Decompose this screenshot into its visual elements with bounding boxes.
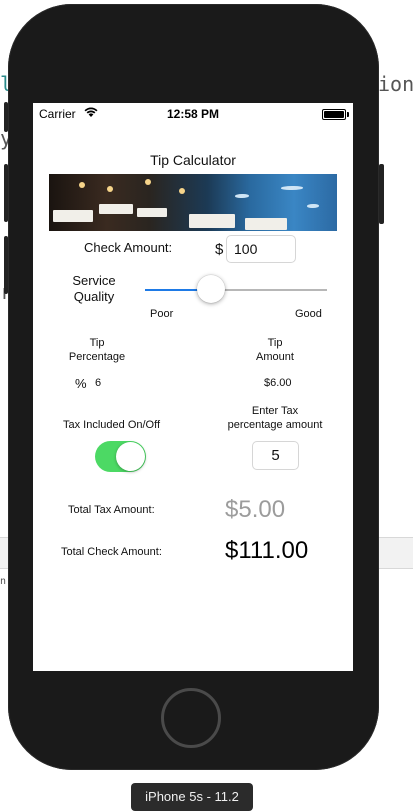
- background-code-fragment: n: [0, 576, 7, 587]
- slider-max-label: Good: [295, 308, 322, 320]
- tax-percentage-input[interactable]: 5: [252, 441, 299, 470]
- check-amount-label: Check Amount:: [84, 240, 173, 255]
- tax-included-toggle[interactable]: [95, 441, 146, 472]
- battery-icon: [322, 109, 349, 120]
- total-check-label: Total Check Amount:: [61, 546, 162, 558]
- restaurant-image: [49, 174, 337, 231]
- tax-toggle-label: Tax Included On/Off: [63, 419, 161, 431]
- power-button: [379, 164, 384, 224]
- tip-amount-value: $6.00: [264, 377, 292, 389]
- background-code-fragment: ion: [378, 72, 413, 96]
- tip-percentage-value: 6: [95, 377, 102, 389]
- clock: 12:58 PM: [166, 107, 220, 121]
- mute-switch: [4, 102, 8, 132]
- app-screen: Carrier 12:58 PM Tip Calculator Check Am…: [33, 103, 353, 671]
- service-quality-slider-thumb[interactable]: [197, 275, 225, 303]
- check-amount-input[interactable]: 100: [226, 235, 296, 263]
- currency-symbol: $: [215, 241, 224, 258]
- toggle-knob: [116, 442, 145, 471]
- enter-tax-label: Enter Tax percentage amount: [227, 405, 323, 431]
- volume-up-button: [4, 164, 8, 222]
- slider-min-label: Poor: [150, 308, 174, 320]
- page-title: Tip Calculator: [150, 152, 236, 168]
- home-button[interactable]: [161, 688, 221, 748]
- status-bar: Carrier 12:58 PM: [33, 103, 353, 123]
- total-tax-value: $5.00: [225, 496, 286, 523]
- tip-amount-label: Tip Amount: [256, 337, 294, 363]
- service-quality-label: Service Quality: [72, 273, 116, 304]
- total-tax-label: Total Tax Amount:: [68, 504, 155, 516]
- percent-symbol: %: [75, 376, 87, 391]
- simulator-device-label: iPhone 5s - 11.2: [131, 783, 253, 811]
- volume-down-button: [4, 236, 8, 294]
- total-check-value: $111.00: [225, 537, 309, 564]
- slider-track-empty: [211, 289, 327, 291]
- tip-percentage-label: Tip Percentage: [68, 337, 126, 363]
